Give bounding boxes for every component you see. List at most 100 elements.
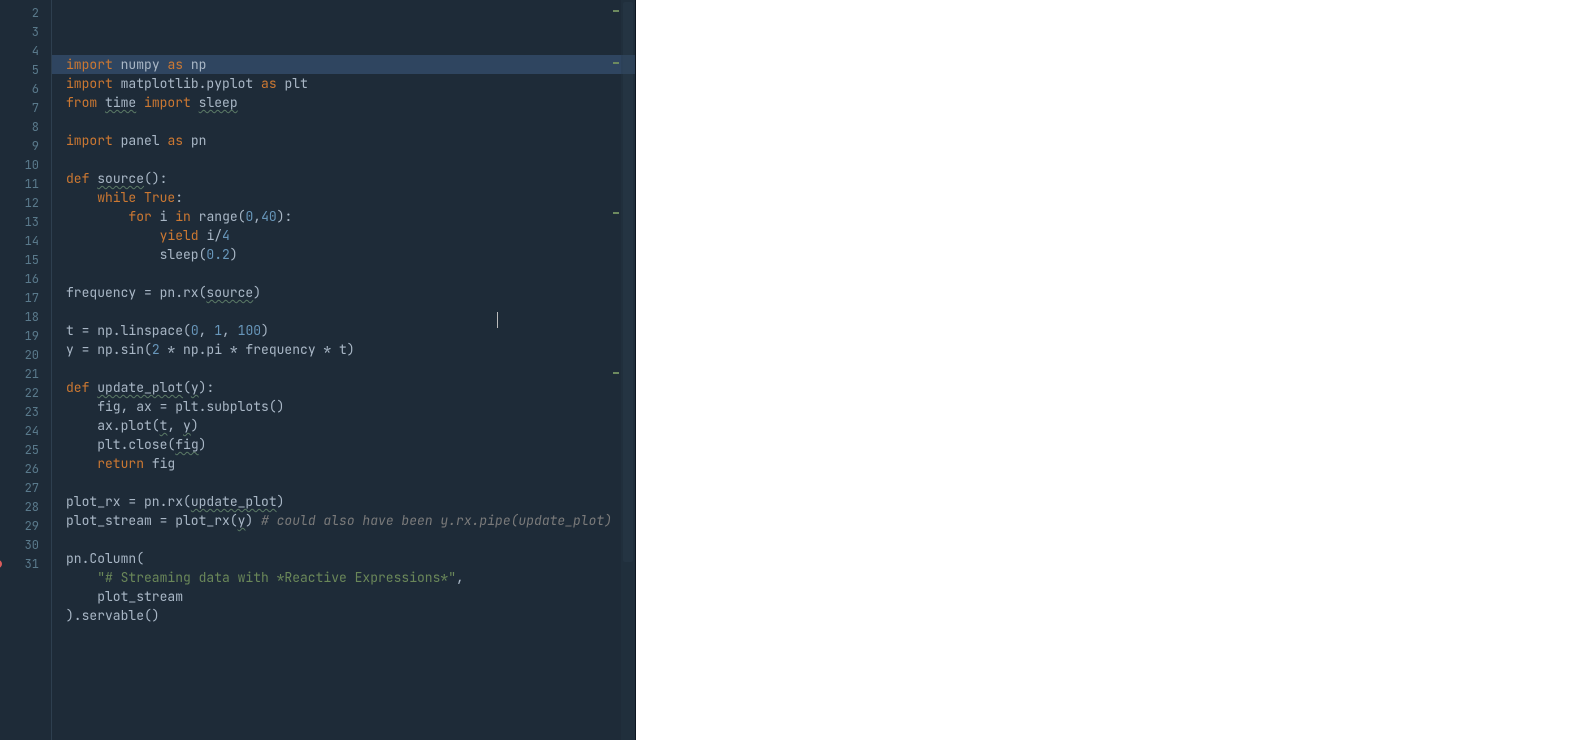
line-number[interactable]: 13 [0, 213, 39, 232]
token-wavy: source [206, 284, 253, 301]
line-number[interactable]: 12 [0, 194, 39, 213]
line-number[interactable]: 3 [0, 23, 39, 42]
token-kw: return [97, 455, 144, 472]
line-number[interactable]: 22 [0, 384, 39, 403]
code-line[interactable]: y = np.sin(2 * np.pi * frequency * t) [66, 340, 635, 359]
token-sp [66, 246, 160, 263]
line-number[interactable]: 17 [0, 289, 39, 308]
line-number-gutter[interactable]: 2345678910111213141516171819202122232425… [0, 0, 52, 740]
line-number[interactable]: 7 [0, 99, 39, 118]
minimap-mark [613, 372, 619, 374]
token-num: 2 [152, 341, 160, 358]
line-number[interactable]: 4 [0, 42, 39, 61]
code-line[interactable] [66, 530, 635, 549]
line-number[interactable]: 14 [0, 232, 39, 251]
code-line[interactable]: "# Streaming data with *Reactive Express… [66, 568, 635, 587]
token-kw: import [144, 94, 191, 111]
line-number[interactable]: 11 [0, 175, 39, 194]
token-kw: as [261, 75, 277, 92]
token-num: 4 [222, 227, 230, 244]
code-line[interactable] [66, 302, 635, 321]
token-name: ): [199, 379, 215, 396]
token-kw: while [97, 189, 136, 206]
token-name: matplotlib.pyplot [121, 75, 254, 92]
line-number[interactable]: 31 [0, 555, 39, 574]
line-number[interactable]: 2 [0, 4, 39, 23]
scrollbar-thumb[interactable] [623, 2, 633, 562]
token-num: 40 [261, 208, 277, 225]
line-number[interactable]: 18 [0, 308, 39, 327]
code-line[interactable]: import panel as pn [66, 131, 635, 150]
token-num: 0 [191, 322, 199, 339]
code-line[interactable]: import matplotlib.pyplot as plt [66, 74, 635, 93]
code-line[interactable]: frequency = pn.rx(source) [66, 283, 635, 302]
line-number[interactable]: 25 [0, 441, 39, 460]
line-number[interactable]: 5 [0, 61, 39, 80]
code-line[interactable]: yield i/4 [66, 226, 635, 245]
token-sp [66, 227, 160, 244]
line-number[interactable]: 21 [0, 365, 39, 384]
code-line[interactable]: def update_plot(y): [66, 378, 635, 397]
line-number[interactable]: 10 [0, 156, 39, 175]
line-number[interactable]: 24 [0, 422, 39, 441]
code-line[interactable]: from time import sleep [66, 93, 635, 112]
token-name: y = np.sin( [66, 341, 152, 358]
line-number[interactable]: 23 [0, 403, 39, 422]
code-line[interactable]: plt.close(fig) [66, 435, 635, 454]
code-line[interactable]: sleep(0.2) [66, 245, 635, 264]
code-line[interactable]: for i in range(0,40): [66, 207, 635, 226]
line-number[interactable]: 26 [0, 460, 39, 479]
line-number[interactable]: 19 [0, 327, 39, 346]
line-number[interactable]: 29 [0, 517, 39, 536]
code-line[interactable]: pn.Column( [66, 549, 635, 568]
token-sp [66, 455, 97, 472]
line-number[interactable]: 9 [0, 137, 39, 156]
token-sp [66, 417, 97, 434]
token-name: pn.Column( [66, 550, 144, 567]
code-line[interactable]: plot_rx = pn.rx(update_plot) [66, 492, 635, 511]
line-number[interactable]: 30 [0, 536, 39, 555]
code-line[interactable]: plot_stream [66, 587, 635, 606]
token-sp [191, 208, 199, 225]
code-line[interactable]: t = np.linspace(0, 1, 100) [66, 321, 635, 340]
line-number[interactable]: 15 [0, 251, 39, 270]
token-wavy: sleep [199, 94, 238, 111]
code-line[interactable] [66, 150, 635, 169]
code-line[interactable]: def source(): [66, 169, 635, 188]
token-wavy: update_plot [191, 493, 277, 510]
code-line[interactable]: ax.plot(t, y) [66, 416, 635, 435]
code-line[interactable] [66, 264, 635, 283]
code-area[interactable]: 2345678910111213141516171819202122232425… [0, 0, 635, 740]
code-line[interactable]: plot_stream = plot_rx(y) # could also ha… [66, 511, 635, 530]
line-number[interactable]: 6 [0, 80, 39, 99]
code-text-area[interactable]: import numpy as npimport matplotlib.pypl… [52, 0, 635, 740]
token-name: t = np.linspace( [66, 322, 191, 339]
token-sp [152, 208, 160, 225]
code-line[interactable]: import numpy as np [52, 55, 635, 74]
code-line[interactable] [66, 359, 635, 378]
editor-pane[interactable]: 2345678910111213141516171819202122232425… [0, 0, 636, 740]
line-number[interactable]: 16 [0, 270, 39, 289]
code-line[interactable]: fig, ax = plt.subplots() [66, 397, 635, 416]
code-line[interactable] [66, 473, 635, 492]
line-number[interactable]: 20 [0, 346, 39, 365]
line-number[interactable]: 28 [0, 498, 39, 517]
token-name: numpy [121, 56, 160, 73]
line-number[interactable]: 8 [0, 118, 39, 137]
token-kw: import [66, 56, 113, 73]
code-line[interactable]: while True: [66, 188, 635, 207]
token-wavy: y [183, 417, 191, 434]
token-name: plt [284, 75, 307, 92]
token-name: ) [191, 417, 199, 434]
vertical-scrollbar[interactable] [621, 0, 635, 740]
token-sp [144, 455, 152, 472]
token-kw: def [66, 379, 89, 396]
token-sp [66, 436, 97, 453]
token-name: sleep( [160, 246, 207, 263]
code-line[interactable] [66, 112, 635, 131]
line-number[interactable]: 27 [0, 479, 39, 498]
code-line[interactable]: return fig [66, 454, 635, 473]
token-wavy: fig [175, 436, 198, 453]
code-line[interactable]: ).servable() [66, 606, 635, 625]
minimap[interactable] [615, 2, 619, 738]
